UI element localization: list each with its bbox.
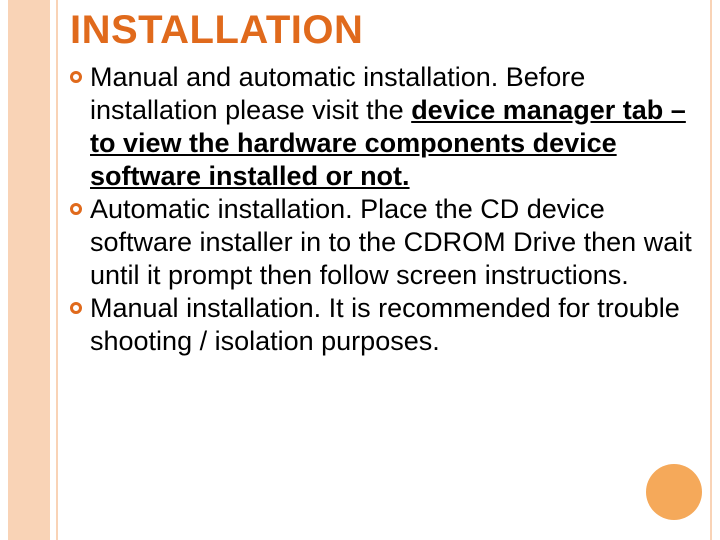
content-area: INSTALLATION Manual and automatic instal… [70, 8, 698, 357]
bullet-list: Manual and automatic installation. Befor… [70, 61, 698, 357]
decorative-circle-icon [646, 464, 702, 520]
bullet-text: installation. It is recommended for trou… [90, 293, 680, 356]
slide: INSTALLATION Manual and automatic instal… [0, 0, 720, 540]
list-item: Automatic installation. Place the CD dev… [70, 193, 698, 292]
page-title: INSTALLATION [70, 8, 698, 53]
bullet-lead: Automatic [90, 194, 210, 224]
list-item: Manual installation. It is recommended f… [70, 292, 698, 358]
bullet-lead: Manual [90, 62, 179, 92]
bullet-lead: Manual [90, 293, 179, 323]
ring-bullet-icon [70, 302, 82, 314]
right-accent-line [710, 0, 712, 540]
left-accent-line [56, 0, 58, 540]
ring-bullet-icon [70, 71, 82, 83]
list-item: Manual and automatic installation. Befor… [70, 61, 698, 193]
left-accent-band [8, 0, 50, 540]
ring-bullet-icon [70, 203, 82, 215]
